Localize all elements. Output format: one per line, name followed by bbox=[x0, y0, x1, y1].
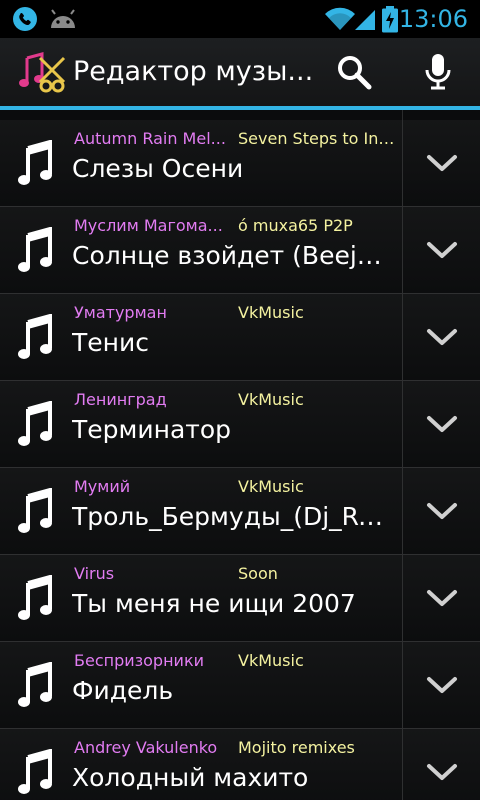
song-row[interactable]: Ленинград VkMusic Терминатор bbox=[0, 381, 480, 468]
music-note-icon bbox=[18, 662, 52, 707]
android-icon bbox=[48, 0, 78, 38]
chevron-down-icon bbox=[426, 329, 457, 345]
chevron-down-icon bbox=[426, 155, 457, 171]
song-item[interactable]: Ленинград VkMusic Терминатор bbox=[0, 381, 402, 467]
clock: 13:06 bbox=[398, 5, 468, 33]
chevron-down-icon bbox=[426, 590, 457, 606]
app-logo-icon[interactable] bbox=[18, 48, 68, 96]
music-note-icon bbox=[18, 314, 52, 359]
expand-button[interactable] bbox=[403, 207, 480, 293]
chevron-down-icon bbox=[426, 416, 457, 432]
chevron-down-icon bbox=[426, 677, 457, 693]
song-item[interactable]: Andrey Vakulenko Mojito remixes Холодный… bbox=[0, 729, 402, 800]
chevron-down-icon bbox=[426, 503, 457, 519]
microphone-icon bbox=[425, 54, 451, 90]
song-title: Терминатор bbox=[72, 415, 232, 444]
song-item[interactable]: Муслим Магома... ó muxa65 P2P Солнце взо… bbox=[0, 207, 402, 293]
search-icon bbox=[338, 56, 372, 90]
song-item[interactable]: Мумий VkMusic Троль_Бермуды_(Dj_RA... bbox=[0, 468, 402, 554]
song-artist: Autumn Rain Mel... bbox=[74, 129, 226, 148]
list-divider bbox=[402, 110, 403, 120]
song-title: Троль_Бермуды_(Dj_RA... bbox=[72, 502, 394, 531]
expand-button[interactable] bbox=[403, 120, 480, 206]
chevron-down-icon bbox=[426, 242, 457, 258]
song-album: VkMusic bbox=[238, 303, 304, 322]
song-title: Солнце взойдет (Beejo I... bbox=[72, 241, 394, 270]
status-bar: 13:06 bbox=[0, 0, 480, 38]
song-artist: Andrey Vakulenko bbox=[74, 738, 218, 757]
song-album: ó muxa65 P2P bbox=[238, 216, 353, 235]
song-album: VkMusic bbox=[238, 651, 304, 670]
song-row[interactable]: Andrey Vakulenko Mojito remixes Холодный… bbox=[0, 729, 480, 800]
song-item[interactable]: Autumn Rain Mel... Seven Steps to Inf...… bbox=[0, 120, 402, 206]
music-note-icon bbox=[18, 575, 52, 620]
action-bar: Редактор музы... bbox=[0, 38, 480, 106]
expand-button[interactable] bbox=[403, 294, 480, 380]
song-item[interactable]: Уматурман VkMusic Тенис bbox=[0, 294, 402, 380]
song-artist: Беспризорники bbox=[74, 651, 205, 670]
music-note-icon bbox=[18, 749, 52, 794]
song-artist: Уматурман bbox=[74, 303, 167, 322]
song-row[interactable]: Беспризорники VkMusic Фидель bbox=[0, 642, 480, 729]
song-row[interactable]: Уматурман VkMusic Тенис bbox=[0, 294, 480, 381]
song-list[interactable]: Autumn Rain Mel... Seven Steps to Inf...… bbox=[0, 110, 480, 800]
song-album: VkMusic bbox=[238, 390, 304, 409]
signal-icon bbox=[353, 0, 377, 38]
song-title: Слезы Осени bbox=[72, 154, 244, 183]
expand-button[interactable] bbox=[403, 729, 480, 800]
expand-button[interactable] bbox=[403, 381, 480, 467]
song-title: Фидель bbox=[72, 676, 174, 705]
song-album: Seven Steps to Inf... bbox=[238, 129, 396, 148]
song-album: Mojito remixes bbox=[238, 738, 355, 757]
song-item[interactable]: Virus Soon Ты меня не ищи 2007 bbox=[0, 555, 402, 641]
song-title: Ты меня не ищи 2007 bbox=[72, 589, 356, 618]
song-artist: Virus bbox=[74, 564, 115, 583]
app-title: Редактор музы... bbox=[73, 56, 314, 87]
music-note-icon bbox=[18, 227, 52, 272]
music-note-icon bbox=[18, 488, 52, 533]
voice-search-button[interactable] bbox=[402, 38, 474, 106]
expand-button[interactable] bbox=[403, 642, 480, 728]
song-row[interactable]: Autumn Rain Mel... Seven Steps to Inf...… bbox=[0, 120, 480, 207]
song-artist: Муслим Магома... bbox=[74, 216, 223, 235]
song-artist: Ленинград bbox=[74, 390, 167, 409]
song-row[interactable]: Мумий VkMusic Троль_Бермуды_(Dj_RA... bbox=[0, 468, 480, 555]
song-album: Soon bbox=[238, 564, 278, 583]
song-row[interactable]: Virus Soon Ты меня не ищи 2007 bbox=[0, 555, 480, 642]
song-title: Холодный махито bbox=[72, 763, 309, 792]
expand-button[interactable] bbox=[403, 555, 480, 641]
music-note-icon bbox=[18, 140, 52, 185]
song-row[interactable]: Муслим Магома... ó muxa65 P2P Солнце взо… bbox=[0, 207, 480, 294]
song-item[interactable]: Беспризорники VkMusic Фидель bbox=[0, 642, 402, 728]
expand-button[interactable] bbox=[403, 468, 480, 554]
wifi-icon bbox=[324, 0, 356, 38]
song-artist: Мумий bbox=[74, 477, 131, 496]
song-title: Тенис bbox=[72, 328, 149, 357]
phone-icon bbox=[12, 0, 38, 38]
song-album: VkMusic bbox=[238, 477, 304, 496]
search-button[interactable] bbox=[318, 38, 390, 106]
music-note-icon bbox=[18, 401, 52, 446]
chevron-down-icon bbox=[426, 764, 457, 780]
battery-charging-icon bbox=[381, 0, 399, 38]
